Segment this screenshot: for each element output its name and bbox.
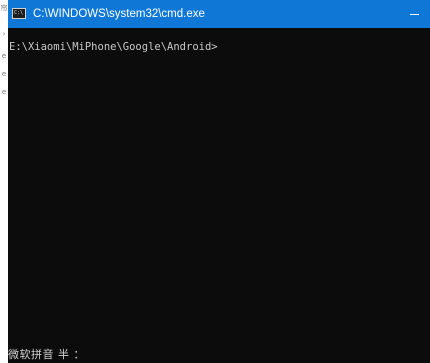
background-window-edge: 帘 › e e e (0, 0, 8, 363)
window-title: C:\WINDOWS\system32\cmd.exe (33, 8, 205, 20)
cmd-window[interactable]: C:\ C:\WINDOWS\system32\cmd.exe E:\Xiaom… (8, 0, 430, 363)
command-prompt[interactable]: E:\Xiaomi\MiPhone\Google\Android> (9, 40, 218, 54)
cmd-app-icon[interactable]: C:\ (12, 8, 26, 19)
background-text-fragment: e (1, 52, 7, 60)
minimize-button[interactable] (404, 4, 426, 24)
title-bar[interactable]: C:\ C:\WINDOWS\system32\cmd.exe (8, 0, 430, 28)
background-text-fragment: e (1, 70, 7, 78)
background-text-fragment: › (2, 30, 6, 38)
background-text-fragment: 帘 (0, 4, 8, 12)
console-area[interactable]: E:\Xiaomi\MiPhone\Google\Android> 微软拼音 半… (8, 28, 430, 363)
ime-status-bar: 微软拼音 半 ： (8, 348, 85, 361)
background-text-fragment: e (1, 88, 7, 96)
